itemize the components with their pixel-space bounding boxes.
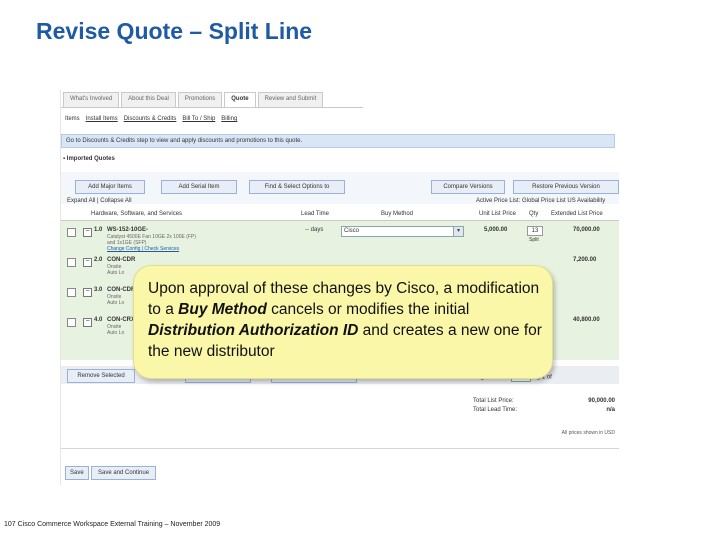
callout-emphasis: Distribution Authorization ID [148,322,359,339]
totals: Total List Price: 90,000.00 Total Lead T… [473,398,615,416]
collapse-icon[interactable]: − [83,288,92,297]
tab-about-deal[interactable]: About this Deal [121,92,176,107]
subnav-install-items[interactable]: Install Items [86,116,118,122]
subnav-items[interactable]: Items [65,116,80,122]
tab-quote[interactable]: Quote [224,92,256,107]
line-number: 4.0 [94,317,103,323]
buy-method-value: Cisco [344,228,360,234]
callout-part: cancels or modifies the initial [266,301,470,318]
slide-footer: 107 Cisco Commerce Workspace External Tr… [4,521,221,528]
find-select-options-button[interactable]: Find & Select Options to [249,180,345,194]
product-description: Onsite Auto Lo [107,264,124,276]
product-sku[interactable]: WS-152-10GE- [107,227,148,233]
extended-list-price: 70,000.00 [573,227,600,233]
add-serial-item-button[interactable]: Add Serial Item [161,180,237,194]
header-buy-method: Buy Method [381,211,414,217]
lead-time: -- days [305,227,324,233]
product-description: Onsite Auto Lo [107,324,124,336]
desc-line-2: Auto Lo [107,330,125,336]
total-label: Total List Price: [473,398,514,404]
product-description: Onsite Auto Lo [107,294,124,306]
line-number: 3.0 [94,287,103,293]
total-value: 90,000.00 [588,398,615,404]
grid-header: Hardware, Software, and Services Lead Ti… [61,208,619,221]
header-products: Hardware, Software, and Services [91,211,183,217]
extended-list-price: 40,800.00 [573,317,600,323]
header-lead-time: Lead Time [301,211,330,217]
save-button[interactable]: Save [65,466,89,480]
extended-list-price: 7,200.00 [573,257,597,263]
header-unit-list-price: Unit List Price [479,211,517,217]
row-checkbox[interactable] [67,318,76,327]
total-label: Total Lead Time: [473,407,518,413]
divider [61,448,619,449]
header-extended-list-price: Extended List Price [551,211,603,217]
slide-title: Revise Quote – Split Line [36,18,313,44]
subnav-billing[interactable]: Billing [221,116,237,122]
quote-line-row: − 1.0 WS-152-10GE- Catalyst 4500E Fan 10… [61,224,619,252]
tab-promotions[interactable]: Promotions [177,92,223,107]
split-link[interactable]: Split [529,237,539,243]
callout-text: Upon approval of these changes by Cisco,… [148,278,548,362]
chevron-down-icon: ▾ [453,227,463,236]
desc-line-3[interactable]: Change Config | Check Services [107,246,196,252]
total-lead-time-row: Total Lead Time: n/a [473,407,615,416]
remove-selected-button[interactable]: Remove Selected [67,369,135,383]
tab-review-submit[interactable]: Review and Submit [257,92,324,107]
total-value: n/a [606,407,615,413]
desc-line-2: Auto Lo [107,300,125,306]
tab-bar: What's Involved About this Deal Promotio… [63,92,325,107]
section-title: ▪ Imported Quotes [63,156,115,162]
collapse-icon[interactable]: − [83,228,92,237]
product-sku[interactable]: CON-CDR [107,257,135,263]
section-title-text: Imported Quotes [66,156,115,162]
callout-note: Upon approval of these changes by Cisco,… [133,265,553,379]
expand-collapse-links[interactable]: Expand All | Collapse All [67,198,132,204]
sub-navigation: Items Install Items Discounts & Credits … [65,116,243,122]
active-price-list: Active Price List: Global Price List US … [476,198,606,204]
product-sku[interactable]: CON-CRX [107,317,135,323]
total-list-price-row: Total List Price: 90,000.00 [473,398,615,407]
save-and-continue-button[interactable]: Save and Continue [91,466,157,480]
header-qty: Qty [529,211,539,217]
product-sku[interactable]: CON-CDR [107,287,135,293]
row-checkbox[interactable] [67,288,76,297]
row-checkbox[interactable] [67,228,76,237]
restore-previous-version-button[interactable]: Restore Previous Version [513,180,619,194]
line-number: 1.0 [94,227,103,233]
buy-method-select[interactable]: Cisco ▾ [341,226,464,237]
collapse-icon[interactable]: − [83,318,92,327]
line-number: 2.0 [94,257,103,263]
desc-line-2: Auto Lo [107,270,125,276]
add-major-items-button[interactable]: Add Major Items [75,180,145,194]
unit-list-price: 5,000.00 [484,227,508,233]
tab-underline [61,107,363,108]
tab-whats-involved[interactable]: What's Involved [63,92,120,107]
info-message: Go to Discounts & Credits step to view a… [61,134,615,148]
collapse-icon[interactable]: − [83,258,92,267]
subnav-discounts[interactable]: Discounts & Credits [124,116,177,122]
compare-versions-button[interactable]: Compare Versions [431,180,505,194]
currency-note: All prices shown in USD [561,430,615,436]
subnav-bill-ship[interactable]: Bill To / Ship [182,116,215,122]
callout-emphasis: Buy Method [178,301,267,318]
product-description: Catalyst 4500E Fan 10GE 2x 100E (FP) and… [107,234,196,252]
qty-input[interactable]: 13 [527,226,543,236]
row-checkbox[interactable] [67,258,76,267]
